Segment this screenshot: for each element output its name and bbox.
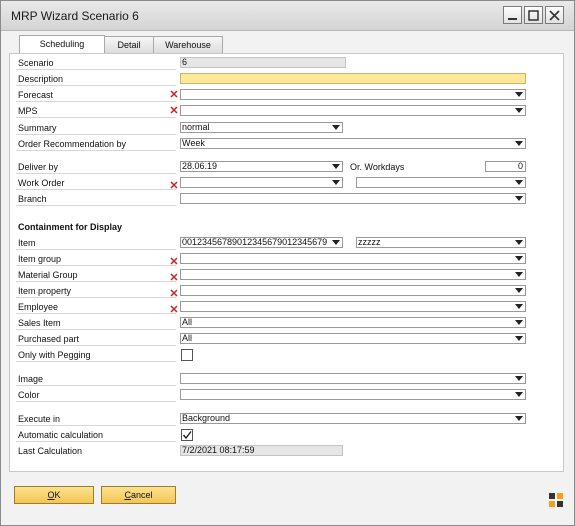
required-icon xyxy=(170,181,178,189)
execute-in-label: Execute in xyxy=(18,414,61,424)
deliver-by-label: Deliver by xyxy=(18,162,59,172)
tab-detail[interactable]: Detail xyxy=(104,36,154,53)
only-with-pegging-label: Only with Pegging xyxy=(18,350,91,360)
purchased-part-dropdown[interactable]: All xyxy=(180,333,526,344)
summary-label: Summary xyxy=(18,123,57,133)
close-icon xyxy=(549,10,560,21)
chevron-down-icon xyxy=(332,240,340,245)
required-icon xyxy=(170,257,178,265)
sales-item-dropdown[interactable]: All xyxy=(180,317,526,328)
required-icon xyxy=(170,289,178,297)
item-property-label: Item property xyxy=(18,286,72,296)
work-order-dropdown[interactable] xyxy=(180,177,343,188)
forecast-dropdown[interactable] xyxy=(180,89,526,100)
minimize-button[interactable] xyxy=(503,6,522,24)
mrp-wizard-window: MRP Wizard Scenario 6 Scheduling Detail … xyxy=(0,0,575,526)
mps-label: MPS xyxy=(18,106,38,116)
form-settings-icon[interactable] xyxy=(549,493,563,507)
summary-dropdown[interactable]: normal xyxy=(180,122,343,133)
branch-dropdown[interactable] xyxy=(180,193,526,204)
item-group-label: Item group xyxy=(18,254,62,264)
execute-in-dropdown[interactable]: Background xyxy=(180,413,526,424)
chevron-down-icon xyxy=(332,164,340,169)
maximize-button[interactable] xyxy=(524,6,543,24)
color-dropdown[interactable] xyxy=(180,389,526,400)
chevron-down-icon xyxy=(515,376,523,381)
only-with-pegging-checkbox[interactable] xyxy=(181,349,193,361)
work-order-dropdown-2[interactable] xyxy=(356,177,526,188)
chevron-down-icon xyxy=(332,125,340,130)
chevron-down-icon xyxy=(515,272,523,277)
image-dropdown[interactable] xyxy=(180,373,526,384)
maximize-icon xyxy=(528,10,539,21)
purchased-part-label: Purchased part xyxy=(18,334,80,344)
scenario-label: Scenario xyxy=(18,58,54,68)
deliver-by-dropdown[interactable]: 28.06.19 xyxy=(180,161,343,172)
chevron-down-icon xyxy=(515,256,523,261)
item-property-dropdown[interactable] xyxy=(180,285,526,296)
tab-warehouse[interactable]: Warehouse xyxy=(153,36,223,53)
item-group-dropdown[interactable] xyxy=(180,253,526,264)
sales-item-label: Sales Item xyxy=(18,318,61,328)
chevron-down-icon xyxy=(515,141,523,146)
work-order-label: Work Order xyxy=(18,178,65,188)
required-icon xyxy=(170,273,178,281)
window-title: MRP Wizard Scenario 6 xyxy=(11,9,139,23)
cancel-button[interactable]: Cancel xyxy=(101,486,176,504)
required-icon xyxy=(170,90,178,98)
or-workdays-label: Or. Workdays xyxy=(350,162,405,172)
chevron-down-icon xyxy=(515,320,523,325)
branch-label: Branch xyxy=(18,194,47,204)
ok-button[interactable]: OK xyxy=(14,486,94,504)
description-label: Description xyxy=(18,74,64,84)
minimize-icon xyxy=(508,18,517,20)
or-workdays-field[interactable]: 0 xyxy=(485,161,526,172)
item-dropdown[interactable]: 00123456789012345679012345679 xyxy=(180,237,343,248)
checkmark-icon xyxy=(182,431,192,440)
chevron-down-icon xyxy=(515,392,523,397)
tab-scheduling[interactable]: Scheduling xyxy=(19,35,105,54)
automatic-calculation-checkbox[interactable] xyxy=(181,429,193,441)
required-icon xyxy=(170,305,178,313)
employee-dropdown[interactable] xyxy=(180,301,526,312)
chevron-down-icon xyxy=(515,180,523,185)
last-calculation-label: Last Calculation xyxy=(18,446,83,456)
color-label: Color xyxy=(18,390,40,400)
last-calculation-field: 7/2/2021 08:17:59 xyxy=(180,445,343,456)
order-recommendation-dropdown[interactable]: Week xyxy=(180,138,526,149)
title-bar[interactable]: MRP Wizard Scenario 6 xyxy=(1,1,574,31)
chevron-down-icon xyxy=(515,240,523,245)
description-field[interactable] xyxy=(180,73,526,84)
forecast-label: Forecast xyxy=(18,90,54,100)
close-button[interactable] xyxy=(545,6,564,24)
chevron-down-icon xyxy=(515,196,523,201)
mps-dropdown[interactable] xyxy=(180,105,526,116)
material-group-label: Material Group xyxy=(18,270,78,280)
order-recommendation-label: Order Recommendation by xyxy=(18,139,127,149)
required-icon xyxy=(170,106,178,114)
containment-heading: Containment for Display xyxy=(18,222,123,232)
chevron-down-icon xyxy=(515,304,523,309)
image-label: Image xyxy=(18,374,44,384)
chevron-down-icon xyxy=(515,92,523,97)
item-label: Item xyxy=(18,238,36,248)
chevron-down-icon xyxy=(515,336,523,341)
automatic-calculation-label: Automatic calculation xyxy=(18,430,104,440)
material-group-dropdown[interactable] xyxy=(180,269,526,280)
chevron-down-icon xyxy=(515,108,523,113)
chevron-down-icon xyxy=(332,180,340,185)
item-dropdown-2[interactable]: zzzzz xyxy=(356,237,526,248)
employee-label: Employee xyxy=(18,302,59,312)
scenario-field: 6 xyxy=(180,57,346,68)
chevron-down-icon xyxy=(515,288,523,293)
chevron-down-icon xyxy=(515,416,523,421)
